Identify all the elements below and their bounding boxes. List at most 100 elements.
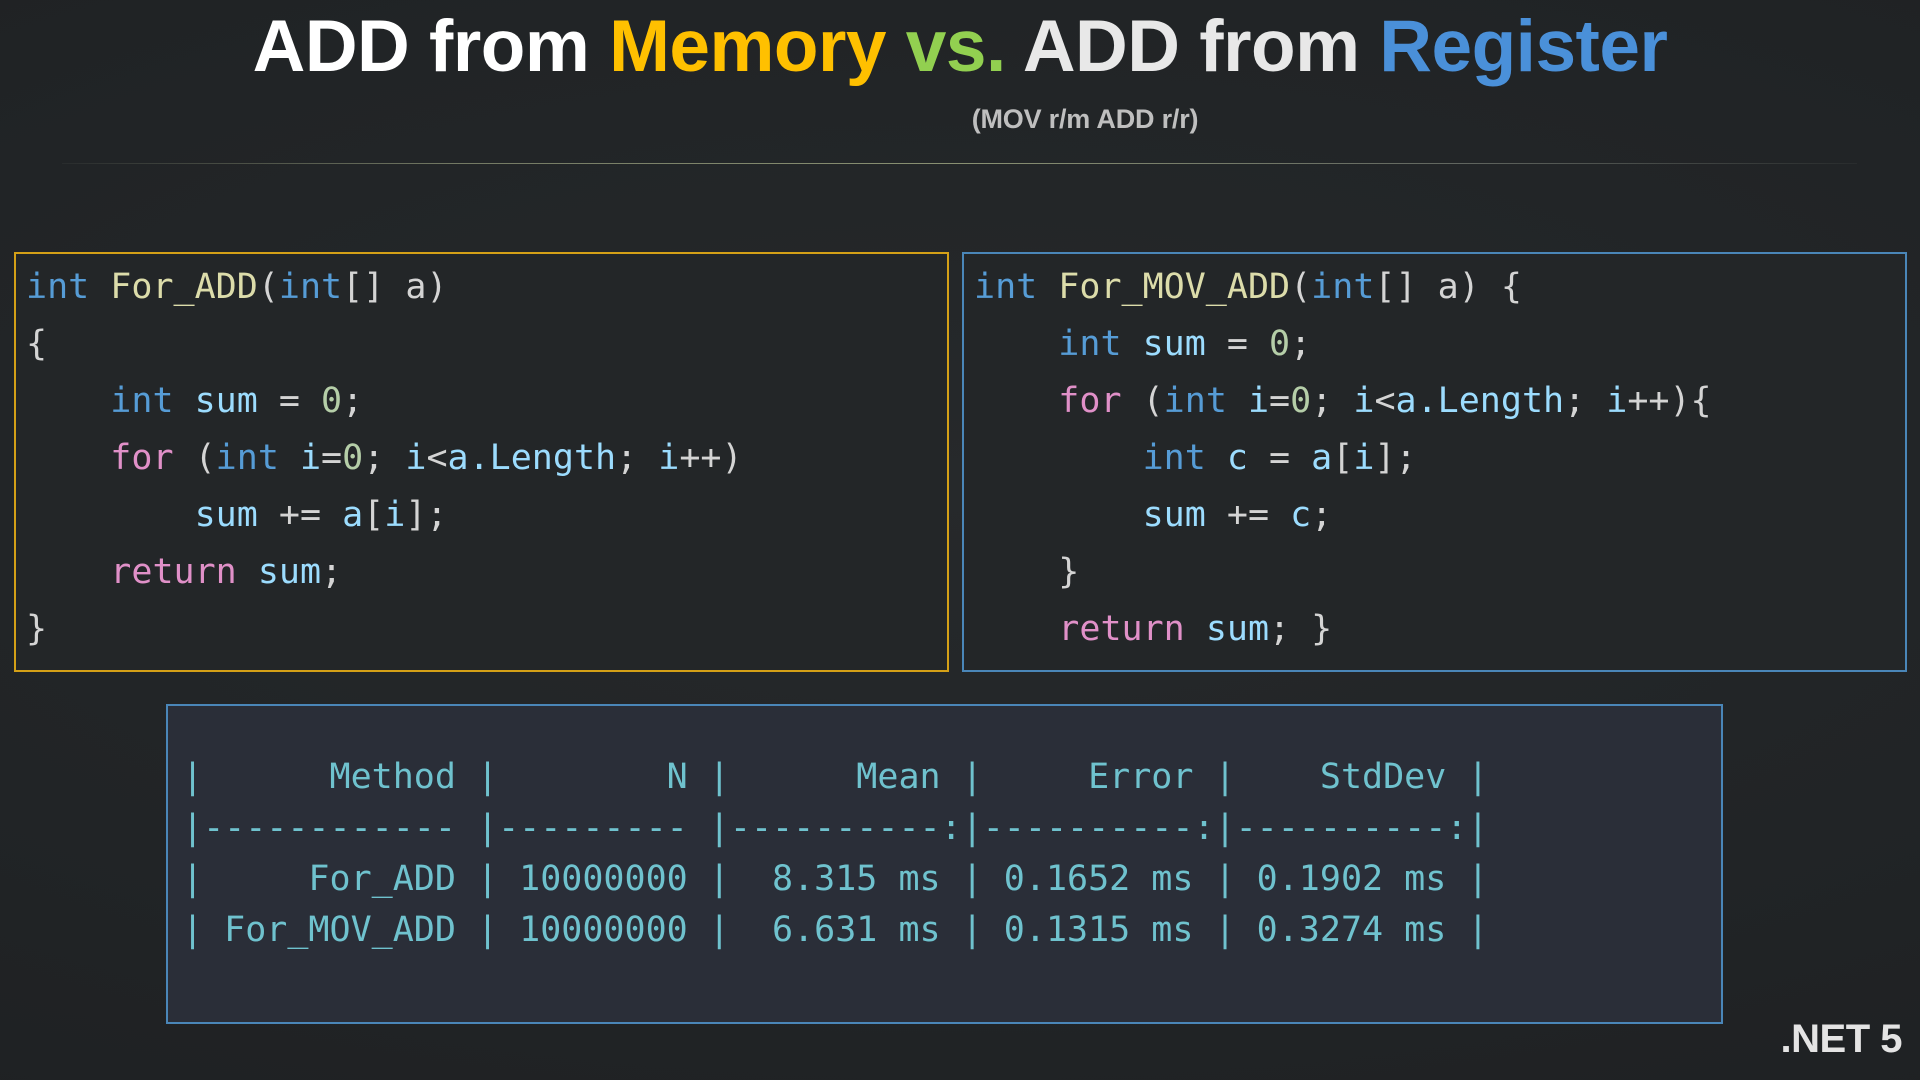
code-line: }	[26, 601, 947, 658]
code-token: ; }	[1269, 609, 1333, 649]
code-line: }	[974, 544, 1905, 601]
page-subtitle: (MOV r/m ADD r/r)	[971, 104, 1199, 134]
code-token: i	[1353, 381, 1375, 421]
table-row: | For_MOV_ADD | 10000000 | 6.631 ms | 0.…	[182, 910, 1489, 950]
table-separator-row: |------------ |--------- |----------:|--…	[182, 808, 1489, 848]
code-token: ++)	[679, 438, 743, 478]
code-token: =	[1247, 438, 1312, 478]
code-token: {	[26, 324, 48, 364]
code-line: int For_MOV_ADD(int[] a) {	[974, 259, 1905, 316]
code-token: =	[257, 381, 322, 421]
code-token: [	[363, 495, 385, 535]
code-line: int For_ADD(int[] a)	[26, 259, 947, 316]
code-token: int	[1163, 381, 1227, 421]
code-token: sum	[194, 381, 258, 421]
code-block-for-add: int For_ADD(int[] a){ int sum = 0; for (…	[14, 252, 949, 672]
table-row: | For_ADD | 10000000 | 8.315 ms | 0.1652…	[182, 859, 1489, 899]
code-line: return sum;	[26, 544, 947, 601]
code-token: <	[1374, 381, 1396, 421]
code-token: (	[173, 438, 216, 478]
code-line: sum += a[i];	[26, 487, 947, 544]
code-token: ++){	[1627, 381, 1712, 421]
code-token: int	[1058, 324, 1122, 364]
code-token: i	[384, 495, 406, 535]
code-token: [] a)	[342, 267, 448, 307]
code-line: for (int i=0; i<a.Length; i++){	[974, 373, 1905, 430]
code-token: [	[1332, 438, 1354, 478]
code-token: For_ADD	[110, 267, 258, 307]
code-token: ;	[1290, 324, 1312, 364]
code-token: 0	[321, 381, 343, 421]
title-divider	[62, 163, 1857, 164]
code-token: ;	[1311, 381, 1354, 421]
code-token: sum	[1205, 609, 1270, 649]
code-token: (	[257, 267, 279, 307]
code-token: sum	[1142, 495, 1206, 535]
title-area: ADD from Memory vs. ADD from Register (M…	[0, 0, 1920, 180]
code-token: int	[26, 267, 90, 307]
code-token: ;	[363, 438, 406, 478]
code-token: for	[1058, 381, 1122, 421]
code-token: ];	[1374, 438, 1417, 478]
code-token: sum	[194, 495, 258, 535]
code-token: for	[110, 438, 174, 478]
code-token: a.Length	[447, 438, 617, 478]
code-line: sum += c;	[974, 487, 1905, 544]
code-line: int sum = 0;	[26, 373, 947, 430]
title-segment-3: ADD from	[1022, 6, 1380, 87]
code-token: int	[215, 438, 279, 478]
code-token: i	[299, 438, 322, 478]
code-token: a.Length	[1395, 381, 1565, 421]
code-token: a	[342, 495, 364, 535]
page-title: ADD from Memory vs. ADD from Register	[0, 6, 1920, 87]
code-token: int	[974, 267, 1038, 307]
code-line: {	[26, 316, 947, 373]
code-token: c	[1290, 495, 1312, 535]
code-token: ];	[405, 495, 448, 535]
code-token: [] a) {	[1374, 267, 1522, 307]
code-line: int c = a[i];	[974, 430, 1905, 487]
code-token: 0	[342, 438, 364, 478]
code-token: c	[1226, 438, 1248, 478]
code-token: int	[1142, 438, 1206, 478]
code-token: 0	[1269, 324, 1291, 364]
code-token: return	[110, 552, 237, 592]
code-token: +=	[257, 495, 343, 535]
benchmark-results-table: | Method | N | Mean | Error | StdDev | |-…	[166, 704, 1723, 1024]
title-segment-0: ADD from	[252, 6, 610, 87]
code-token: 0	[1290, 381, 1312, 421]
code-line: for (int i=0; i<a.Length; i++)	[26, 430, 947, 487]
code-token: ;	[342, 381, 364, 421]
code-line: int sum = 0;	[974, 316, 1905, 373]
code-token: =	[321, 438, 343, 478]
code-token: i	[1353, 438, 1375, 478]
code-token: return	[1058, 609, 1185, 649]
code-token: sum	[1142, 324, 1206, 364]
code-token: sum	[257, 552, 322, 592]
code-token: =	[1269, 381, 1291, 421]
code-block-for-mov-add: int For_MOV_ADD(int[] a) { int sum = 0 ; …	[962, 252, 1907, 672]
code-token: i	[1247, 381, 1270, 421]
code-line: return sum; }	[974, 601, 1905, 658]
title-segment-1: Memory	[609, 6, 906, 87]
code-token: ;	[1311, 495, 1333, 535]
code-token: int	[1311, 267, 1375, 307]
code-token: }	[1058, 552, 1080, 592]
code-token: (	[1290, 267, 1312, 307]
code-token: ;	[616, 438, 659, 478]
code-token: a	[1311, 438, 1333, 478]
